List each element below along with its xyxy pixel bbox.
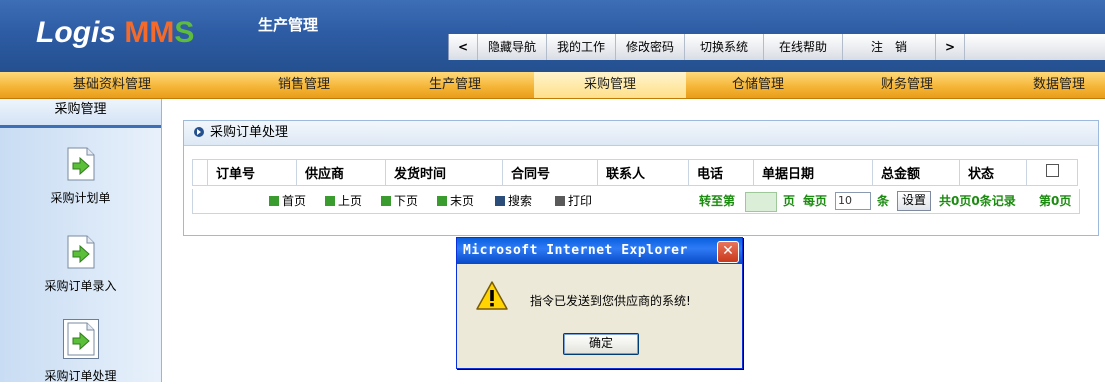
- document-arrow-icon: [62, 319, 99, 359]
- sidebar-item-label: 采购订单录入: [44, 279, 117, 293]
- last-page-button[interactable]: 末页: [437, 189, 474, 213]
- first-page-button[interactable]: 首页: [269, 189, 306, 213]
- per-page-label: 每页: [803, 194, 828, 208]
- sidebar-item-label: 采购订单处理: [44, 369, 117, 383]
- set-page-size-button[interactable]: 设置: [897, 191, 931, 211]
- tab-warehouse[interactable]: 仓储管理: [732, 72, 784, 98]
- current-page-label: 第0页: [1039, 194, 1072, 208]
- goto-page-input[interactable]: [745, 192, 777, 212]
- main-tab-bar: 基础资料管理 销售管理 生产管理 采购管理 仓储管理 财务管理 数据管理: [0, 72, 1105, 99]
- column-header[interactable]: 总金额: [872, 159, 960, 186]
- nav-my-work[interactable]: 我的工作: [547, 34, 616, 60]
- app-header: Logis MMS 生产管理 < 隐藏导航 我的工作 修改密码 切换系统 在线帮…: [0, 0, 1105, 72]
- dialog-title-bar[interactable]: Microsoft Internet Explorer ✕: [457, 238, 742, 264]
- dialog-title: Microsoft Internet Explorer: [463, 243, 688, 258]
- table-header-row: 订单号 供应商 发货时间 合同号 联系人 电话 单据日期 总金额 状态: [192, 159, 1078, 186]
- tab-sales[interactable]: 销售管理: [278, 72, 330, 98]
- warning-icon: [475, 280, 509, 315]
- panel-title: 采购订单处理: [210, 125, 289, 140]
- column-header[interactable]: 发货时间: [385, 159, 503, 186]
- purchase-order-panel: 采购订单处理 订单号 供应商 发货时间 合同号 联系人 电话 单据日期 总金额 …: [183, 120, 1099, 236]
- nav-online-help[interactable]: 在线帮助: [764, 34, 843, 60]
- pager-bar: 首页 上页 下页 末页 搜索 打印 转至第 页 每页 10 条 设置 共0页0条…: [192, 189, 1080, 214]
- rows-unit-label: 条: [877, 194, 890, 208]
- prev-page-button[interactable]: 上页: [325, 189, 362, 213]
- last-page-icon: [437, 195, 447, 206]
- sidebar-item-purchase-order-entry[interactable]: 采购订单录入: [0, 235, 161, 294]
- bullet-arrow-icon: [194, 126, 204, 137]
- next-page-button[interactable]: 下页: [381, 189, 418, 213]
- tab-basic-data[interactable]: 基础资料管理: [73, 72, 151, 98]
- top-nav: < 隐藏导航 我的工作 修改密码 切换系统 在线帮助 注 销 >: [448, 34, 1105, 60]
- nav-switch-system[interactable]: 切换系统: [685, 34, 764, 60]
- select-all-checkbox[interactable]: [1045, 164, 1059, 177]
- nav-logout[interactable]: 注 销: [843, 34, 936, 60]
- nav-change-password[interactable]: 修改密码: [616, 34, 685, 60]
- order-table: 订单号 供应商 发货时间 合同号 联系人 电话 单据日期 总金额 状态: [192, 159, 1078, 186]
- sidebar-title: 采购管理: [0, 99, 161, 128]
- app-logo: Logis MMS: [36, 16, 195, 49]
- left-sidebar: 采购管理 采购计划单 采购订单录入 采购订单处理: [0, 99, 162, 384]
- panel-header: 采购订单处理: [184, 121, 1098, 146]
- page-unit-label: 页: [783, 194, 796, 208]
- select-all-cell: [1026, 159, 1078, 186]
- nav-hide-navigation[interactable]: 隐藏导航: [478, 34, 547, 60]
- tab-data-management[interactable]: 数据管理: [1033, 72, 1085, 98]
- alert-dialog: Microsoft Internet Explorer ✕ 指令已发送到您供应商…: [456, 237, 743, 369]
- column-header[interactable]: 状态: [959, 159, 1027, 186]
- sidebar-item-purchase-plan[interactable]: 采购计划单: [0, 147, 161, 206]
- document-arrow-icon: [66, 235, 96, 269]
- document-arrow-icon: [66, 147, 96, 181]
- row-selector-header: [192, 159, 208, 186]
- next-page-icon: [381, 195, 391, 206]
- search-button[interactable]: 搜索: [495, 189, 532, 213]
- nav-next-arrow[interactable]: >: [936, 34, 965, 60]
- search-icon: [495, 195, 505, 206]
- tab-production[interactable]: 生产管理: [429, 72, 481, 98]
- sidebar-item-purchase-order-processing[interactable]: 采购订单处理: [0, 319, 161, 384]
- print-icon: [555, 195, 565, 206]
- dialog-message: 指令已发送到您供应商的系统!: [530, 294, 691, 308]
- tab-finance[interactable]: 财务管理: [881, 72, 933, 98]
- print-button[interactable]: 打印: [555, 189, 592, 213]
- prev-page-icon: [325, 195, 335, 206]
- column-header[interactable]: 电话: [688, 159, 754, 186]
- column-header[interactable]: 订单号: [207, 159, 297, 186]
- goto-label: 转至第: [699, 194, 736, 208]
- record-summary: 共0页0条记录: [939, 194, 1016, 208]
- column-header[interactable]: 单据日期: [753, 159, 873, 186]
- tab-purchasing[interactable]: 采购管理: [534, 72, 686, 98]
- first-page-icon: [269, 195, 279, 206]
- dialog-ok-button[interactable]: 确定: [563, 333, 639, 355]
- column-header[interactable]: 合同号: [502, 159, 598, 186]
- module-title: 生产管理: [258, 16, 319, 34]
- page-size-input[interactable]: 10: [835, 192, 871, 210]
- sidebar-item-label: 采购计划单: [50, 191, 111, 205]
- column-header[interactable]: 供应商: [296, 159, 386, 186]
- column-header[interactable]: 联系人: [597, 159, 689, 186]
- dialog-close-button[interactable]: ✕: [717, 241, 739, 263]
- nav-prev-arrow[interactable]: <: [449, 34, 478, 60]
